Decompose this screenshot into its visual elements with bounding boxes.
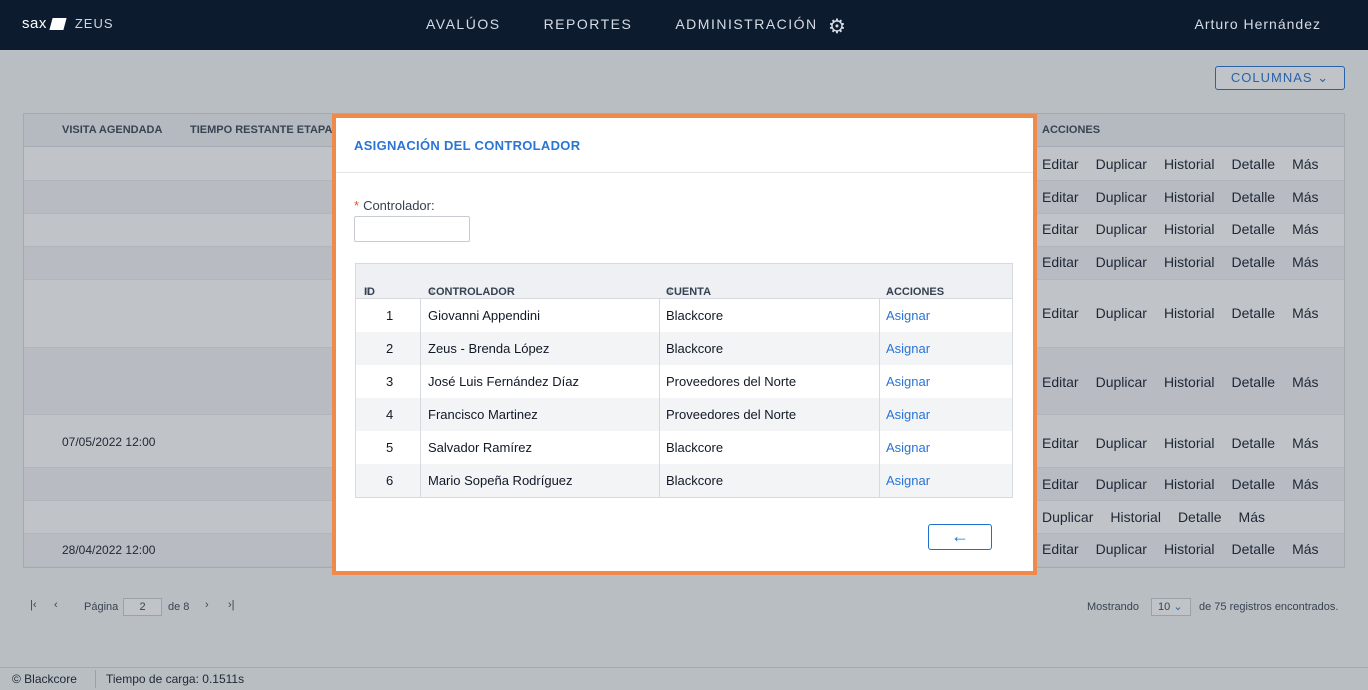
assign-link[interactable]: Asignar [886,341,930,356]
product-name: ZEUS [74,16,114,31]
controller-label-text: Controlador: [363,198,435,213]
controller-input[interactable] [354,216,470,242]
row-id: 1 [386,308,394,323]
row-id: 5 [386,440,394,455]
col-controlador-label: CONTROLADOR [428,286,515,298]
main-nav: AVALÚOS REPORTES ADMINISTRACIÓN [426,16,818,32]
row-account: Proveedores del Norte [666,374,797,389]
modal-divider [336,172,1033,173]
row-id: 2 [386,341,394,356]
row-id: 4 [386,407,394,422]
controller-field-label: * Controlador: [354,198,435,213]
row-account: Blackcore [666,308,724,323]
row-account: Blackcore [666,341,724,356]
assign-link[interactable]: Asignar [886,440,930,455]
assign-link[interactable]: Asignar [886,308,930,323]
table-row: 5 Salvador Ramírez Blackcore Asignar [356,431,1012,464]
modal-title: ASIGNACIÓN DEL CONTROLADOR [354,138,581,153]
assign-controller-modal: ASIGNACIÓN DEL CONTROLADOR * Controlador:… [332,114,1037,575]
row-controller-name: José Luis Fernández Díaz [428,374,580,389]
row-account: Blackcore [666,440,724,455]
nav-administracion[interactable]: ADMINISTRACIÓN [675,16,817,32]
table-row: 3 José Luis Fernández Díaz Proveedores d… [356,365,1012,398]
row-controller-name: Francisco Martinez [428,407,538,422]
column-divider [659,299,660,497]
controllers-table-header: ⇕ ID ⇕ CONTROLADOR ⇕ CUENTA ⇕ ACCIONES [356,264,1012,299]
nav-reportes[interactable]: REPORTES [544,16,633,32]
logo[interactable]: sax ZEUS [22,15,114,32]
row-id: 6 [386,473,394,488]
top-navbar: sax ZEUS AVALÚOS REPORTES ADMINISTRACIÓN… [0,0,1368,50]
col-acciones-label: ACCIONES [886,286,945,298]
column-divider [879,299,880,497]
table-row: 6 Mario Sopeña Rodríguez Blackcore Asign… [356,464,1012,497]
row-controller-name: Zeus - Brenda López [428,341,550,356]
table-row: 4 Francisco Martinez Proveedores del Nor… [356,398,1012,431]
brand-text: sax [22,15,47,32]
row-controller-name: Mario Sopeña Rodríguez [428,473,573,488]
row-controller-name: Giovanni Appendini [428,308,541,323]
controllers-table: ⇕ ID ⇕ CONTROLADOR ⇕ CUENTA ⇕ ACCIONES 1 Gio… [355,263,1013,498]
brand-mark-icon [49,17,67,30]
assign-link[interactable]: Asignar [886,374,930,389]
nav-avaluos[interactable]: AVALÚOS [426,16,501,32]
user-name[interactable]: Arturo Hernández [1194,16,1321,32]
row-account: Blackcore [666,473,724,488]
row-id: 3 [386,374,394,389]
assign-link[interactable]: Asignar [886,473,930,488]
row-controller-name: Salvador Ramírez [428,440,533,455]
column-divider [420,299,421,497]
back-button[interactable]: ← [928,524,992,550]
table-row: 2 Zeus - Brenda López Blackcore Asignar [356,332,1012,365]
table-row: 1 Giovanni Appendini Blackcore Asignar [356,299,1012,332]
col-cuenta-label: CUENTA [666,286,712,298]
required-marker: * [354,198,360,213]
assign-link[interactable]: Asignar [886,407,930,422]
arrow-left-icon: ← [951,526,969,546]
gear-icon[interactable]: ⚙ [828,14,846,39]
col-id-label: ID [364,286,375,298]
row-account: Proveedores del Norte [666,407,797,422]
